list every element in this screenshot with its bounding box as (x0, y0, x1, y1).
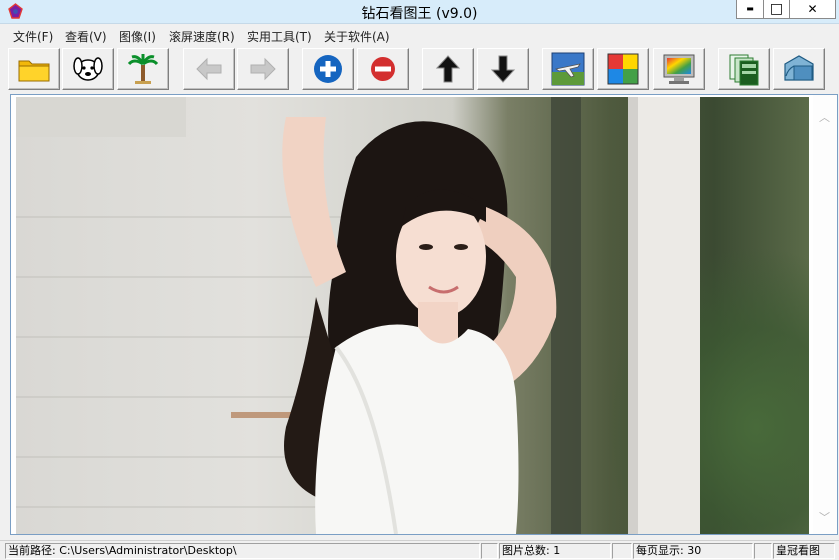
title-bar: 钻石看图王 (v9.0) ▬ □ ✕ (0, 0, 839, 24)
menu-file[interactable]: 文件(F) (13, 28, 53, 45)
status-app-name: 皇冠看图 (773, 543, 835, 559)
status-path: 当前路径: C:\Users\Administrator\Desktop\ (5, 543, 480, 559)
status-spacer-3 (754, 543, 772, 559)
zoom-out-icon (371, 57, 395, 81)
open-box-icon (784, 55, 814, 81)
zoom-in-icon (314, 55, 342, 83)
arrow-right-icon (250, 57, 276, 81)
color-grid-icon (607, 53, 639, 85)
cards-button[interactable] (718, 48, 770, 90)
maximize-button[interactable]: □ (763, 0, 790, 19)
status-total: 图片总数: 1 (499, 543, 611, 559)
image-viewer[interactable]: ︿ ﹀ (10, 94, 838, 535)
arrow-up-icon (435, 55, 461, 83)
slideshow-button[interactable] (542, 48, 594, 90)
menu-about[interactable]: 关于软件(A) (324, 28, 390, 45)
menu-view[interactable]: 查看(V) (65, 28, 107, 45)
scroll-down-button[interactable] (477, 48, 529, 90)
color-button[interactable] (597, 48, 649, 90)
scroll-up-arrow-icon[interactable]: ︿ (819, 109, 830, 125)
folder-icon (18, 60, 50, 82)
arrow-down-icon (490, 55, 516, 83)
menu-tools[interactable]: 实用工具(T) (247, 28, 312, 45)
zoom-out-button[interactable] (357, 48, 409, 90)
status-per-page-label: 每页显示: (636, 544, 684, 557)
palm-tree-icon (127, 54, 159, 84)
menu-bar: 文件(F) 查看(V) 图像(I) 滚屏速度(R) 实用工具(T) 关于软件(A… (0, 25, 839, 45)
display-button[interactable] (653, 48, 705, 90)
vertical-scrollbar[interactable]: ︿ ﹀ (813, 95, 837, 534)
status-spacer-2 (612, 543, 632, 559)
cards-icon (729, 54, 759, 86)
monitor-icon (663, 54, 695, 84)
open-box-button[interactable] (773, 48, 825, 90)
palm-tree-button[interactable] (117, 48, 169, 90)
status-path-value: C:\Users\Administrator\Desktop\ (59, 544, 237, 557)
status-per-page-value: 30 (687, 544, 702, 557)
menu-scroll-speed[interactable]: 滚屏速度(R) (169, 28, 235, 45)
close-button[interactable]: ✕ (789, 0, 836, 19)
photo-image (16, 97, 809, 534)
status-total-label: 图片总数: (502, 544, 550, 557)
status-per-page: 每页显示: 30 (633, 543, 753, 559)
close-icon: ✕ (807, 2, 818, 16)
next-button[interactable] (237, 48, 289, 90)
previous-button[interactable] (183, 48, 235, 90)
status-bar: 当前路径: C:\Users\Administrator\Desktop\ 图片… (0, 540, 839, 560)
open-folder-button[interactable] (8, 48, 60, 90)
arrow-left-icon (196, 57, 222, 81)
status-spacer (481, 543, 498, 559)
status-total-value: 1 (553, 544, 561, 557)
airplane-icon (551, 52, 585, 86)
dog-button[interactable] (62, 48, 114, 90)
maximize-icon: □ (769, 1, 784, 17)
scroll-down-arrow-icon[interactable]: ﹀ (819, 509, 830, 525)
scroll-up-button[interactable] (422, 48, 474, 90)
window-title: 钻石看图王 (v9.0) (361, 6, 478, 22)
minimize-icon: ▬ (746, 4, 754, 13)
status-path-label: 当前路径: (8, 544, 56, 557)
photo-content (16, 97, 700, 534)
zoom-in-button[interactable] (302, 48, 354, 90)
toolbar (0, 46, 839, 92)
dog-icon (73, 57, 103, 81)
menu-image[interactable]: 图像(I) (119, 28, 156, 45)
minimize-button[interactable]: ▬ (736, 0, 764, 19)
